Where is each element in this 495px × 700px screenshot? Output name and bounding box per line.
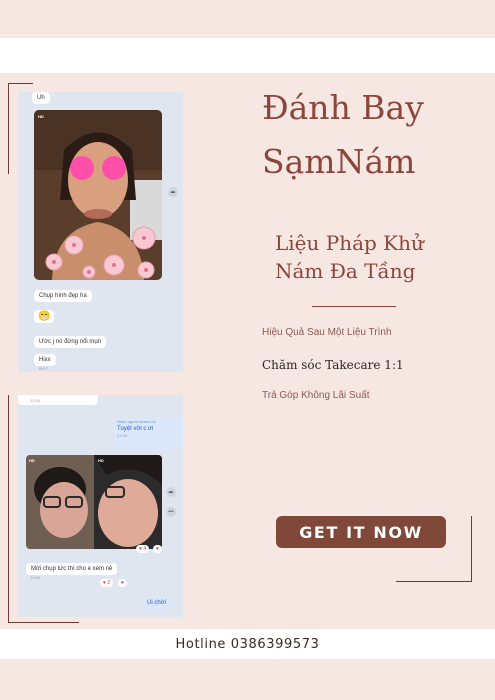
chat-message-1: Chụp hình đẹp ha bbox=[34, 290, 92, 302]
customer-photo-before: HD bbox=[34, 110, 162, 280]
hd-badge-right: HD bbox=[98, 458, 104, 463]
reply-text: Tuyệt vời c ơi bbox=[117, 426, 154, 432]
heart-react-icon-2[interactable]: ♥ bbox=[118, 579, 127, 587]
headline-line-2: SạmNám bbox=[262, 142, 416, 181]
subtitle-line-2: Nám Đa Tầng bbox=[275, 259, 416, 283]
subtitle-line-1: Liệu Pháp Khử bbox=[275, 231, 424, 255]
chat-screenshot-1: Uh HD ➦ Chụp hình đẹp ha 😁 Ước j nó đừng… bbox=[18, 92, 183, 372]
emoji-sticker: 😁 bbox=[34, 310, 55, 323]
feature-item-1: Hiệu Quả Sau Một Liệu Trình bbox=[262, 327, 392, 338]
chat-message-3: Hixx bbox=[34, 354, 56, 366]
decor-frame-bottom-left bbox=[8, 395, 79, 623]
chat-message-2: Ước j nó đừng nổi mụn bbox=[34, 336, 107, 348]
my-message: Ui chời bbox=[142, 597, 171, 609]
headline-line-1: Đánh Bay bbox=[262, 88, 424, 127]
reply-time: 21:05 bbox=[117, 433, 128, 438]
feature-item-2: Chăm sóc Takecare 1:1 bbox=[262, 358, 404, 372]
reaction-count-2[interactable]: ♥ 2 bbox=[100, 579, 114, 587]
share-icon[interactable]: ➦ bbox=[168, 187, 178, 197]
bottom-band: Hotline 0386399573 bbox=[0, 629, 495, 659]
hotline-text[interactable]: Hotline 0386399573 bbox=[176, 637, 320, 652]
quoted-message: Nhấn người khách rồi bbox=[117, 419, 156, 424]
message-time: 16:07 bbox=[38, 366, 49, 371]
reaction-count[interactable]: ♥ 4 bbox=[136, 545, 150, 553]
divider bbox=[312, 306, 396, 307]
hd-badge: HD bbox=[38, 114, 44, 119]
more-options-icon[interactable]: ••• bbox=[166, 507, 176, 517]
top-band bbox=[0, 38, 495, 73]
my-reply-bubble: Nhấn người khách rồi Tuyệt vời c ơi 21:0… bbox=[113, 417, 183, 449]
chat-message-uh: Uh bbox=[32, 92, 50, 104]
share-icon-2[interactable]: ➦ bbox=[166, 487, 176, 497]
feature-item-3: Trả Góp Không Lãi Suất bbox=[262, 390, 370, 401]
decor-frame-top-left bbox=[8, 83, 33, 174]
get-it-now-button[interactable]: GET IT NOW bbox=[276, 516, 446, 548]
heart-react-icon[interactable]: ♥ bbox=[153, 545, 162, 553]
